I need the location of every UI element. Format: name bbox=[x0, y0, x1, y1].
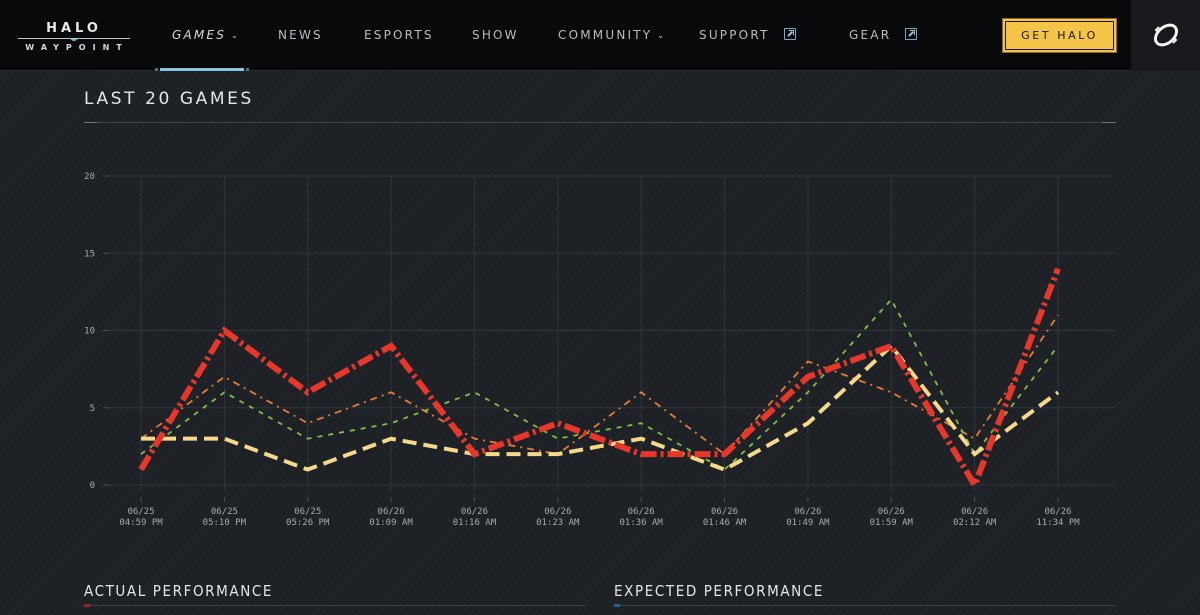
series-orange-line bbox=[140, 314, 1059, 456]
active-indicator-cap bbox=[246, 68, 249, 71]
x-tick-label-time: 01:16 AM bbox=[453, 518, 497, 528]
x-tick-label-date: 06/26 bbox=[878, 507, 905, 517]
x-tick-label-time: 01:09 AM bbox=[369, 518, 413, 528]
x-tick-label-time: 01:59 AM bbox=[870, 518, 914, 528]
nav-item-label: SHOW bbox=[472, 28, 519, 42]
nav-item-label: SUPPORT bbox=[699, 28, 770, 42]
divider-cap-left bbox=[84, 122, 97, 123]
nav-item-label: COMMUNITY bbox=[558, 28, 653, 42]
logo-halo-text: HALO bbox=[46, 21, 102, 36]
y-axis: 0 5 10 15 20 bbox=[84, 172, 109, 491]
nav-item-label: ESPORTS bbox=[364, 28, 434, 42]
x-tick-label-date: 06/26 bbox=[794, 507, 821, 517]
actual-performance-divider bbox=[84, 605, 586, 606]
nav-item-gear[interactable]: GEAR bbox=[849, 28, 918, 42]
active-indicator-cap bbox=[155, 68, 158, 71]
x-tick-label-date: 06/25 bbox=[211, 507, 238, 517]
actual-performance-marker bbox=[84, 604, 90, 607]
x-tick-label-time: 01:46 AM bbox=[703, 518, 747, 528]
y-tick-label: 20 bbox=[84, 172, 95, 182]
halo-waypoint-logo[interactable]: HALO WAYPOINT bbox=[18, 20, 130, 56]
x-tick-label-time: 05:10 PM bbox=[203, 518, 247, 528]
x-axis: 06/2504:59 PM06/2505:10 PM06/2505:26 PM0… bbox=[119, 497, 1080, 528]
line-chart: 05101520 06/2504:59 PM06/2505:10 PM06/25… bbox=[84, 172, 1116, 528]
nav-item-games[interactable]: GAMES ⌄ bbox=[172, 28, 240, 42]
x-tick-label-time: 05:26 PM bbox=[286, 518, 330, 528]
series-red-line bbox=[138, 267, 1061, 492]
expected-performance-title: EXPECTED PERFORMANCE bbox=[614, 582, 825, 600]
profile-button[interactable] bbox=[1131, 0, 1200, 71]
nav-item-label: NEWS bbox=[278, 28, 323, 42]
get-halo-button[interactable]: GET HALO bbox=[1002, 18, 1117, 53]
logo-waypoint-text: WAYPOINT bbox=[25, 43, 129, 52]
x-tick-label-time: 01:36 AM bbox=[620, 518, 664, 528]
series-green-line bbox=[140, 298, 1059, 471]
active-tab-indicator bbox=[160, 68, 244, 71]
y-tick-label: 0 bbox=[90, 481, 95, 491]
chevron-down-icon: ⌄ bbox=[657, 31, 667, 40]
x-tick-label-date: 06/26 bbox=[544, 507, 571, 517]
divider-cap-right bbox=[1102, 122, 1116, 123]
x-tick-label-date: 06/26 bbox=[961, 507, 988, 517]
y-tick-label: 10 bbox=[84, 327, 95, 337]
x-tick-label-time: 11:34 PM bbox=[1036, 518, 1080, 528]
x-tick-label-date: 06/26 bbox=[378, 507, 405, 517]
external-link-icon bbox=[783, 28, 796, 40]
expected-performance-marker bbox=[614, 604, 620, 607]
nav-item-show[interactable]: SHOW bbox=[472, 28, 519, 42]
y-tick-label: 15 bbox=[84, 249, 95, 259]
logo-mark-icon bbox=[70, 36, 78, 41]
x-tick-label-time: 01:23 AM bbox=[536, 518, 580, 528]
nav-item-support[interactable]: SUPPORT bbox=[699, 28, 796, 42]
nav-item-label: GEAR bbox=[849, 28, 892, 42]
chevron-down-icon: ⌄ bbox=[231, 31, 240, 40]
nav-item-label: GAMES bbox=[172, 28, 227, 42]
x-tick-label-date: 06/26 bbox=[1044, 507, 1071, 517]
actual-performance-title: ACTUAL PERFORMANCE bbox=[84, 582, 274, 600]
chart-series bbox=[138, 267, 1061, 492]
x-tick-label-time: 04:59 PM bbox=[119, 518, 163, 528]
x-tick-label-time: 02:12 AM bbox=[953, 518, 997, 528]
xbox-profile-icon bbox=[1153, 23, 1179, 47]
section-divider bbox=[84, 122, 1116, 123]
y-tick-label: 5 bbox=[90, 404, 95, 414]
section-title: LAST 20 GAMES bbox=[84, 89, 254, 109]
nav-item-news[interactable]: NEWS bbox=[278, 28, 323, 42]
top-nav: HALO WAYPOINT GAMES ⌄ NEWS ESPORTS SHOW C… bbox=[0, 0, 1200, 71]
nav-item-community[interactable]: COMMUNITY ⌄ bbox=[558, 28, 666, 42]
x-tick-label-date: 06/26 bbox=[628, 507, 655, 517]
x-tick-label-date: 06/26 bbox=[461, 507, 488, 517]
expected-performance-divider bbox=[614, 605, 1116, 606]
x-tick-label-date: 06/25 bbox=[127, 507, 154, 517]
nav-item-esports[interactable]: ESPORTS bbox=[364, 28, 434, 42]
performance-chart: 0 5 10 15 20 06/25 04:59 PM 06/25 05:10 PM 06/25… bbox=[0, 150, 1200, 540]
x-tick-label-date: 06/26 bbox=[711, 507, 738, 517]
external-link-icon bbox=[905, 28, 918, 40]
x-tick-label-date: 06/25 bbox=[294, 507, 321, 517]
x-tick-label-time: 01:49 AM bbox=[786, 518, 830, 528]
